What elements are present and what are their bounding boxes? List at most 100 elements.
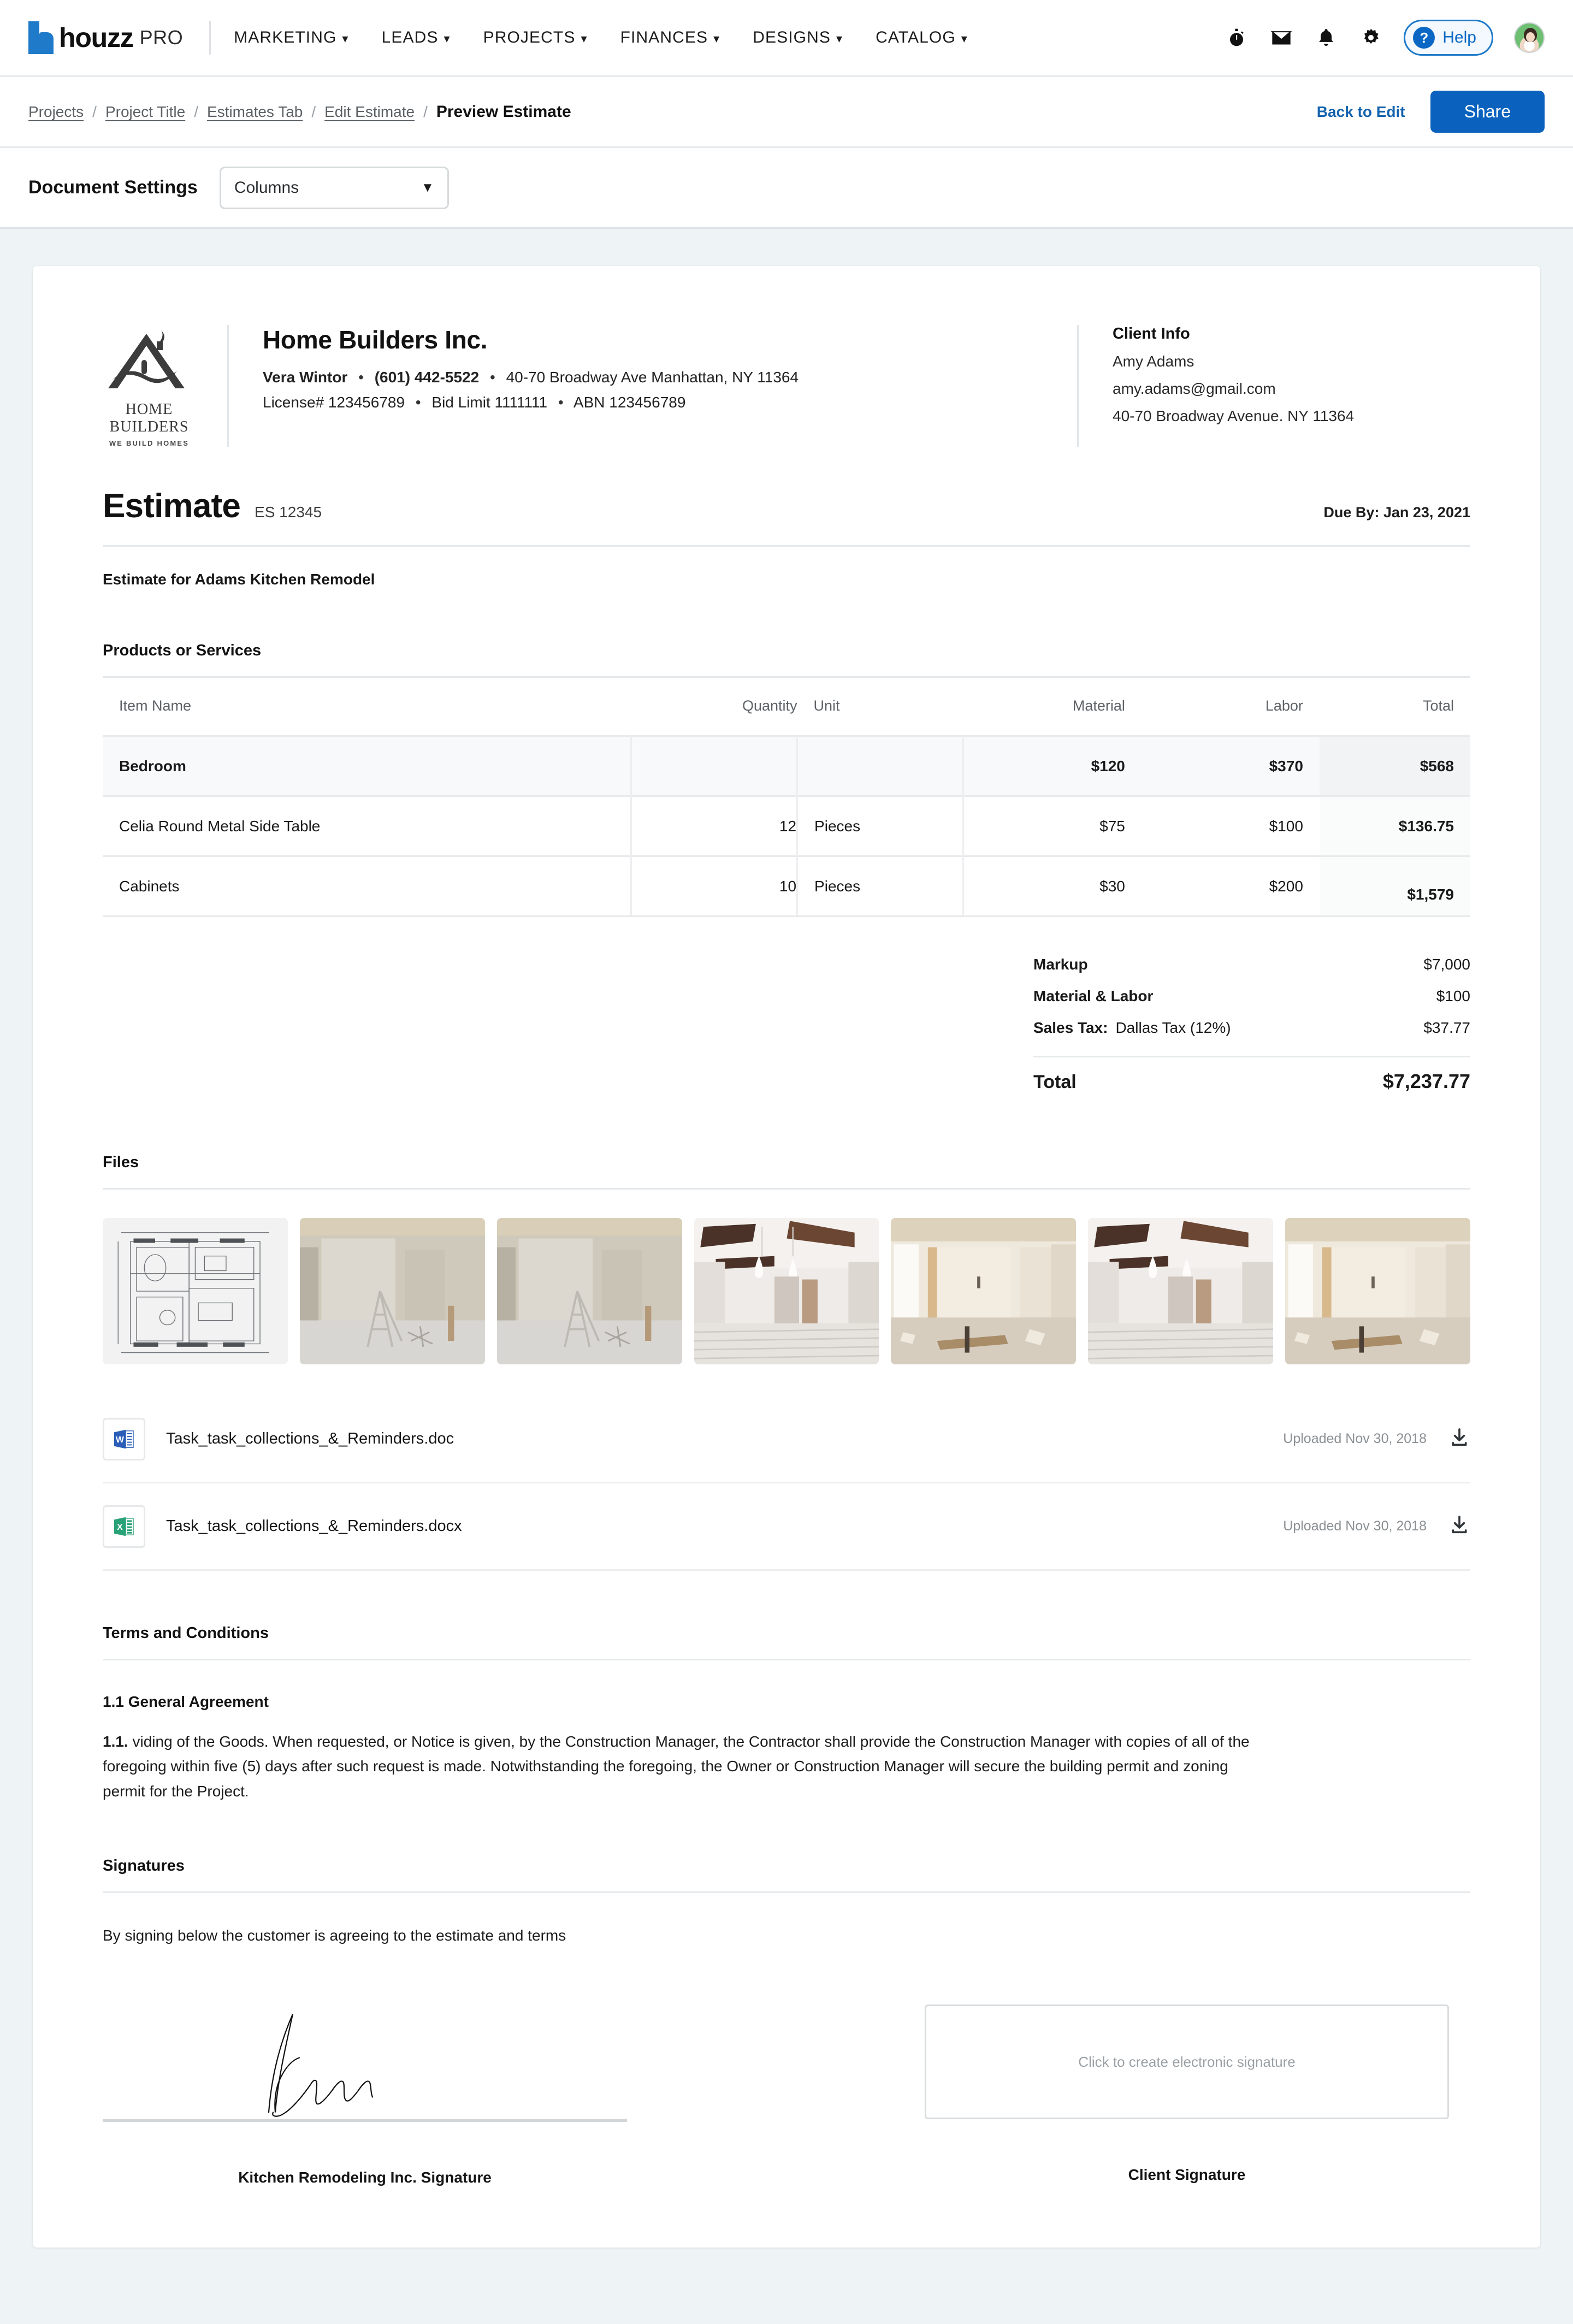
breadcrumb-item-project-title[interactable]: Project Title: [105, 103, 185, 121]
company-info: Home Builders Inc. Vera Wintor • (601) 4…: [227, 325, 1055, 447]
estimate-document: HOME BUILDERS WE BUILD HOMES Home Builde…: [33, 266, 1540, 2248]
company-contact-name: Vera Wintor: [263, 369, 348, 386]
cell-quantity: 10: [631, 855, 799, 917]
share-button[interactable]: Share: [1430, 91, 1545, 133]
nav-item-designs-label: DESIGNS: [753, 28, 831, 46]
client-signature-block: Click to create electronic signature Cli…: [925, 2004, 1449, 2186]
brand-name: houzz: [59, 22, 134, 53]
client-info-title: Client Info: [1113, 325, 1190, 342]
chevron-down-icon: ▾: [713, 32, 720, 45]
nav-item-marketing[interactable]: MARKETING ▾: [234, 28, 348, 47]
column-header-total: Total: [1422, 697, 1454, 714]
breadcrumb-separator: /: [92, 103, 97, 120]
home-builders-logo-icon: [108, 330, 185, 388]
nav-item-finances[interactable]: FINANCES ▾: [620, 28, 720, 47]
gear-icon[interactable]: [1359, 26, 1383, 50]
table-row: Cabinets 10 Pieces $30 $200 $1,579: [103, 855, 1470, 917]
company-phone: (601) 442-5522: [374, 369, 480, 386]
word-file-icon: W: [103, 1417, 145, 1460]
breadcrumb-bar: Projects / Project Title / Estimates Tab…: [0, 77, 1573, 148]
interior-ladder-thumbnail-1[interactable]: [299, 1218, 485, 1364]
hallway-beams-thumbnail-1[interactable]: [694, 1218, 879, 1364]
company-logo-title: HOME BUILDERS: [109, 401, 189, 435]
mail-icon[interactable]: [1269, 26, 1293, 50]
separator-dot: •: [358, 369, 364, 386]
estimate-description: Estimate for Adams Kitchen Remodel: [103, 571, 375, 588]
sales-tax-label: Sales Tax:: [1033, 1019, 1108, 1036]
nav-item-projects[interactable]: PROJECTS ▾: [483, 28, 588, 47]
nav-item-projects-label: PROJECTS: [483, 28, 576, 46]
client-address: 40-70 Broadway Avenue. NY 11364: [1113, 407, 1355, 424]
company-license-line: License# 123456789 • Bid Limit 1111111 •…: [263, 394, 1055, 411]
breadcrumb-item-projects[interactable]: Projects: [28, 103, 84, 121]
main-menu: MARKETING ▾ LEADS ▾ PROJECTS ▾ FINANCES …: [234, 28, 968, 47]
column-header-item-name: Item Name: [119, 697, 192, 714]
cell-material: $120: [963, 735, 1142, 796]
client-email: amy.adams@gmail.com: [1113, 380, 1276, 397]
file-thumbnail-strip: [103, 1218, 1471, 1364]
cell-item-name: Celia Round Metal Side Table: [103, 795, 632, 856]
top-navigation-bar: houzz PRO MARKETING ▾ LEADS ▾ PROJECTS ▾…: [0, 0, 1573, 77]
interior-ladder-thumbnail-2[interactable]: [496, 1218, 682, 1364]
help-button[interactable]: ? Help: [1404, 20, 1493, 56]
back-to-edit-link[interactable]: Back to Edit: [1317, 103, 1405, 121]
signature-grid: Kitchen Remodeling Inc. Signature Click …: [103, 2004, 1470, 2186]
client-name: Amy Adams: [1113, 353, 1194, 370]
columns-select[interactable]: Columns ▼: [219, 166, 449, 209]
nav-item-catalog[interactable]: CATALOG ▾: [876, 28, 968, 47]
document-settings-bar: Document Settings Columns ▼: [0, 148, 1573, 229]
cell-labor: $370: [1141, 735, 1320, 796]
cell-quantity: 12: [631, 795, 799, 856]
download-icon[interactable]: [1448, 1427, 1470, 1451]
breadcrumb-item-estimates-tab[interactable]: Estimates Tab: [207, 103, 303, 121]
client-info: Client Info Amy Adams amy.adams@gmail.co…: [1077, 325, 1470, 447]
terms-clause-body: viding of the Goods. When requested, or …: [103, 1733, 1250, 1800]
chevron-down-icon: ▾: [342, 32, 349, 45]
company-license: License# 123456789: [263, 394, 405, 411]
markup-label: Markup: [1033, 956, 1088, 973]
company-abn: ABN 123456789: [573, 394, 686, 411]
blueprint-thumbnail[interactable]: [103, 1218, 288, 1364]
column-header-quantity: Quantity: [742, 697, 797, 714]
breadcrumb-item-edit-estimate[interactable]: Edit Estimate: [324, 103, 415, 121]
help-button-label: Help: [1442, 28, 1476, 46]
nav-item-leads[interactable]: LEADS ▾: [382, 28, 451, 47]
chevron-down-icon: ▾: [443, 32, 451, 45]
nav-item-designs[interactable]: DESIGNS ▾: [753, 28, 843, 47]
estimate-title-row: Estimate ES 12345 Due By: Jan 23, 2021: [103, 487, 1470, 525]
terms-clause-number: 1.1.: [103, 1733, 128, 1750]
table-row: Bedroom $120 $370 $568: [103, 735, 1470, 796]
attachment-row[interactable]: X Task_task_collections_&_Reminders.docx…: [103, 1483, 1470, 1571]
cell-total: $568: [1319, 735, 1470, 796]
houzz-pro-logo[interactable]: houzz PRO: [28, 21, 183, 54]
nav-item-finances-label: FINANCES: [620, 28, 708, 46]
divider: [103, 1891, 1470, 1894]
nav-item-marketing-label: MARKETING: [234, 28, 337, 46]
attachment-name: Task_task_collections_&_Reminders.doc: [166, 1430, 454, 1447]
totals-row-markup: Markup $7,000: [1033, 949, 1470, 980]
download-icon[interactable]: [1448, 1514, 1470, 1539]
terms-body: 1.1. viding of the Goods. When requested…: [103, 1729, 1255, 1803]
interior-doorway-thumbnail-2[interactable]: [1285, 1218, 1471, 1364]
cell-item-name: Cabinets: [103, 855, 632, 917]
cell-labor: $100: [1141, 795, 1320, 856]
breadcrumb: Projects / Project Title / Estimates Tab…: [28, 103, 571, 121]
interior-doorway-thumbnail-1[interactable]: [891, 1218, 1077, 1364]
nav-item-leads-label: LEADS: [381, 28, 439, 46]
products-section-label: Products or Services: [103, 642, 262, 659]
totals-section: Markup $7,000 Material & Labor $100 Sale…: [103, 949, 1470, 1100]
chevron-down-icon: ▾: [581, 32, 588, 45]
company-logo: HOME BUILDERS WE BUILD HOMES: [103, 325, 196, 447]
excel-file-icon: X: [103, 1505, 145, 1548]
cell-labor: $200: [1141, 855, 1320, 917]
attachment-row[interactable]: W Task_task_collections_&_Reminders.doc …: [103, 1396, 1470, 1483]
hallway-beams-thumbnail-2[interactable]: [1088, 1218, 1274, 1364]
avatar[interactable]: [1514, 22, 1545, 53]
totals-row-material-labor: Material & Labor $100: [1033, 980, 1470, 1012]
grand-total-label: Total: [1033, 1072, 1077, 1092]
bell-icon[interactable]: [1314, 26, 1338, 50]
client-signature-pad[interactable]: Click to create electronic signature: [925, 2004, 1449, 2120]
timer-icon[interactable]: [1225, 26, 1249, 50]
breadcrumb-item-preview-estimate: Preview Estimate: [436, 102, 571, 121]
cell-total: $136.75: [1319, 795, 1470, 856]
